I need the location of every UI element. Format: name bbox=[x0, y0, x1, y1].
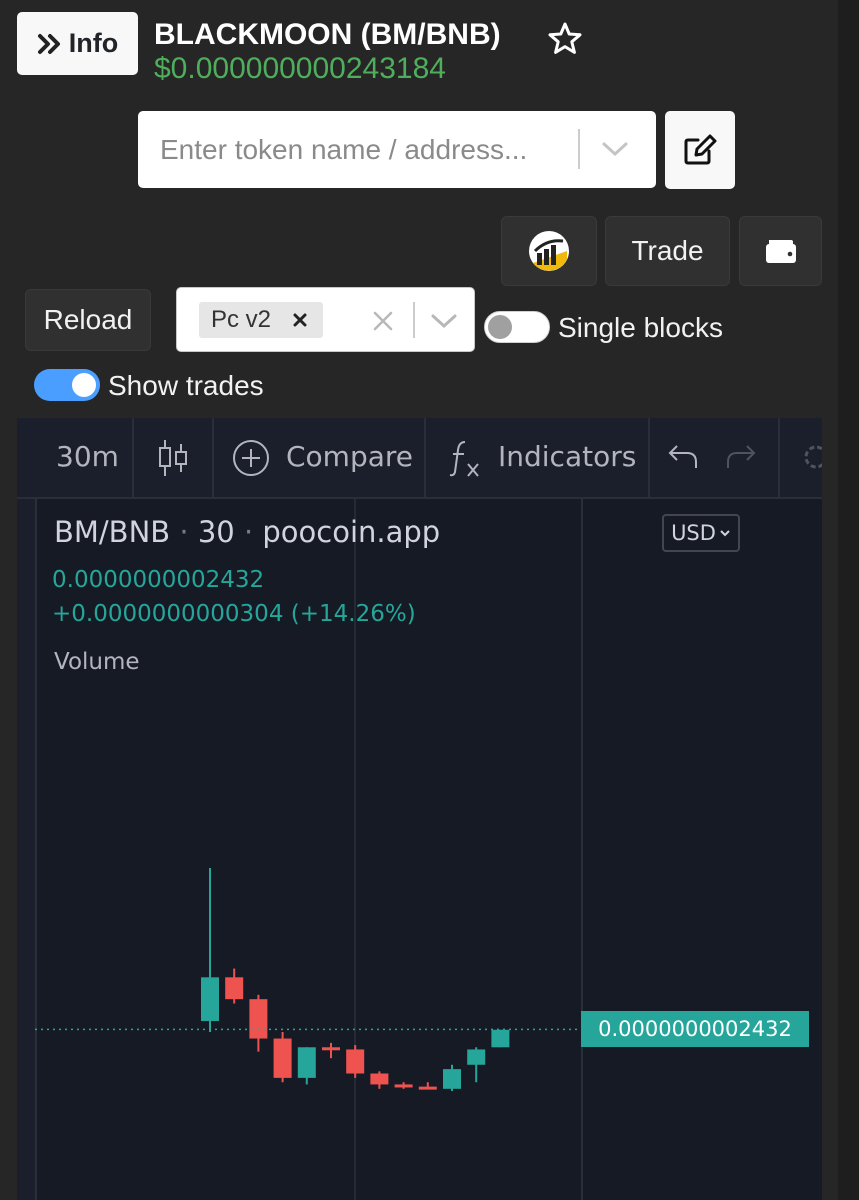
chart-logo-icon bbox=[529, 231, 569, 271]
edit-button[interactable] bbox=[665, 111, 735, 189]
chevron-down-icon[interactable] bbox=[600, 139, 630, 159]
candle-body bbox=[394, 1084, 413, 1088]
redo-icon[interactable] bbox=[725, 442, 757, 472]
scrollbar-track bbox=[838, 0, 859, 1200]
candle-body bbox=[443, 1069, 461, 1089]
legend-interval: 30 bbox=[197, 515, 235, 549]
trade-button[interactable]: Trade bbox=[605, 216, 730, 286]
wallet-button[interactable] bbox=[739, 216, 822, 286]
legend-volume-label: Volume bbox=[54, 649, 140, 675]
double-chevron-right-icon bbox=[37, 33, 60, 54]
indicators-fx-icon[interactable] bbox=[449, 438, 483, 478]
toggle-knob bbox=[72, 373, 96, 397]
legend-price-change: +0.0000000000304 (+14.26%) bbox=[52, 601, 416, 627]
dex-version-select[interactable]: Pc v2 bbox=[176, 287, 475, 352]
chart-legend-title: BM/BNB · 30 · poocoin.app bbox=[54, 515, 441, 549]
candle-body bbox=[418, 1086, 437, 1090]
show-trades-label: Show trades bbox=[108, 370, 264, 401]
toolbar-separator bbox=[132, 418, 134, 497]
toolbar-separator bbox=[212, 418, 214, 497]
show-trades-toggle[interactable] bbox=[34, 369, 100, 401]
interval-button[interactable]: 30m bbox=[56, 440, 119, 473]
undo-icon[interactable] bbox=[667, 442, 699, 472]
candle-body bbox=[491, 1029, 510, 1048]
chevron-down-icon bbox=[720, 530, 730, 537]
legend-source: poocoin.app bbox=[262, 515, 441, 549]
chart-logo-button[interactable] bbox=[501, 216, 597, 286]
candle-body bbox=[322, 1047, 340, 1051]
reload-button[interactable]: Reload bbox=[25, 289, 151, 351]
legend-last-price: 0.0000000002432 bbox=[52, 567, 265, 593]
chart-pane[interactable]: BM/BNB · 30 · poocoin.app 0.000000000243… bbox=[35, 499, 822, 1200]
single-blocks-label: Single blocks bbox=[558, 312, 723, 343]
candle-body bbox=[297, 1047, 316, 1078]
edit-icon bbox=[684, 134, 717, 165]
star-icon[interactable] bbox=[547, 21, 583, 57]
candle-body bbox=[370, 1073, 389, 1085]
currency-select[interactable]: USD bbox=[662, 514, 740, 552]
token-search-select[interactable] bbox=[138, 111, 656, 188]
last-price-axis-label: 0.0000000002432 bbox=[581, 1011, 809, 1048]
candle-body bbox=[249, 999, 268, 1039]
dex-version-tag-label: Pc v2 bbox=[211, 306, 272, 333]
token-search-input[interactable] bbox=[158, 129, 562, 171]
wallet-icon bbox=[765, 240, 796, 263]
candle-body bbox=[225, 977, 244, 1000]
compare-plus-icon[interactable] bbox=[231, 438, 271, 478]
toolbar-separator bbox=[424, 418, 426, 497]
token-title: BLACKMOON (BM/BNB) bbox=[154, 18, 501, 51]
settings-gear-icon[interactable] bbox=[801, 442, 822, 472]
search-separator bbox=[578, 129, 580, 169]
currency-label: USD bbox=[671, 521, 716, 545]
info-button[interactable]: Info bbox=[17, 12, 138, 75]
compare-button[interactable]: Compare bbox=[286, 440, 413, 473]
drawing-toolbar bbox=[17, 418, 37, 1200]
candles-style-icon[interactable] bbox=[157, 438, 189, 478]
chart-top-toolbar: 30m Compare Indicators bbox=[17, 418, 822, 499]
remove-tag-icon[interactable] bbox=[293, 313, 307, 327]
dex-select-separator bbox=[413, 302, 415, 338]
toolbar-separator bbox=[778, 418, 780, 497]
toolbar-separator bbox=[648, 418, 650, 497]
info-button-label: Info bbox=[68, 28, 119, 58]
indicators-button[interactable]: Indicators bbox=[498, 440, 636, 473]
candle-body bbox=[467, 1049, 486, 1065]
candle-body bbox=[273, 1038, 292, 1078]
single-blocks-toggle[interactable] bbox=[484, 311, 550, 343]
legend-symbol: BM/BNB bbox=[54, 515, 171, 549]
token-price: $0.000000000243184 bbox=[154, 52, 446, 85]
candle-body bbox=[201, 977, 219, 1022]
candle-body bbox=[346, 1049, 365, 1074]
toggle-knob bbox=[488, 315, 512, 339]
dex-version-tag: Pc v2 bbox=[199, 302, 323, 338]
chevron-down-icon[interactable] bbox=[429, 312, 459, 330]
clear-icon[interactable] bbox=[373, 311, 393, 331]
tradingview-chart-widget[interactable]: 30m Compare Indicators BM/BNB · 30 · poo… bbox=[17, 418, 822, 1200]
